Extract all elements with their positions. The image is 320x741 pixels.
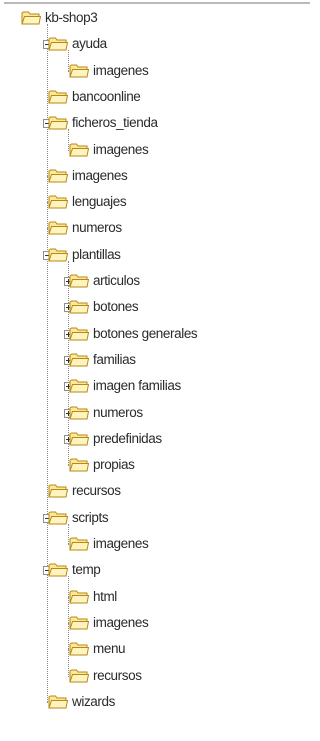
folder-icon — [69, 431, 90, 446]
folder-icon — [48, 220, 69, 235]
tree-node-label: propias — [93, 457, 135, 473]
tree-node-label: bancoonline — [72, 88, 141, 104]
tree-node-familias[interactable]: familias — [0, 347, 315, 373]
tree-node-label: predefinidas — [93, 430, 162, 446]
tree-node-recursos[interactable]: recursos — [0, 478, 315, 504]
tree-node-imagenes[interactable]: imagenes — [0, 531, 315, 557]
tree-node-recursos[interactable]: recursos — [0, 663, 315, 689]
folder-icon — [48, 562, 69, 577]
folder-icon — [69, 142, 90, 157]
tree-node-numeros[interactable]: numeros — [0, 215, 315, 241]
tree-node-label: numeros — [93, 404, 143, 420]
tree-node-label: temp — [72, 562, 101, 578]
tree-node-label: recursos — [93, 667, 142, 683]
folder-icon — [48, 194, 69, 209]
folder-icon — [48, 89, 69, 104]
folder-icon — [69, 457, 90, 472]
tree-node-temp[interactable]: temp — [0, 557, 315, 583]
folder-icon — [69, 615, 90, 630]
tree-node-label: botones — [93, 299, 139, 315]
folder-icon — [48, 247, 69, 262]
tree-node-label: ayuda — [72, 36, 107, 52]
tree-node-label: menu — [93, 641, 126, 657]
folder-icon — [69, 352, 90, 367]
tree-node-scripts[interactable]: scripts — [0, 505, 315, 531]
folder-icon — [69, 273, 90, 288]
tree-node-label: ficheros_tienda — [72, 115, 158, 131]
tree-node-label: imagen familias — [93, 378, 181, 394]
tree-node-bancoonline[interactable]: bancoonline — [0, 84, 315, 110]
folder-icon — [48, 694, 69, 709]
tree-node-label: imagenes — [93, 141, 149, 157]
tree-node-label: recursos — [72, 483, 121, 499]
tree-node-label: imagenes — [72, 167, 128, 183]
tree-node-botones[interactable]: botones — [0, 294, 315, 320]
tree-node-ayuda[interactable]: ayuda — [0, 31, 315, 57]
tree-node-botones-generales[interactable]: botones generales — [0, 321, 315, 347]
tree-node-propias[interactable]: propias — [0, 452, 315, 478]
tree-node-label: botones generales — [93, 325, 198, 341]
tree-node-plantillas[interactable]: plantillas — [0, 242, 315, 268]
tree-node-wizards[interactable]: wizards — [0, 689, 315, 715]
tree-node-imagenes[interactable]: imagenes — [0, 163, 315, 189]
folder-icon — [69, 63, 90, 78]
tree-node-imagenes[interactable]: imagenes — [0, 58, 315, 84]
tree-node-label: kb-shop3 — [45, 10, 98, 25]
tree-node-articulos[interactable]: articulos — [0, 268, 315, 294]
folder-icon — [48, 115, 69, 130]
tree-node-label: scripts — [72, 509, 109, 525]
folder-icon — [69, 405, 90, 420]
tree-node-predefinidas[interactable]: predefinidas — [0, 426, 315, 452]
tree-node-label: imagenes — [93, 614, 149, 630]
tree-node-label: imagenes — [93, 536, 149, 551]
tree-node-label: lenguajes — [72, 194, 127, 210]
folder-icon — [69, 299, 90, 314]
tree-node-imagen-familias[interactable]: imagen familias — [0, 373, 315, 399]
tree-node-numeros[interactable]: numeros — [0, 400, 315, 426]
tree-node-label: numeros — [72, 220, 122, 236]
tree-node-label: familias — [93, 351, 136, 367]
tree-node-label: html — [93, 588, 117, 604]
folder-icon — [69, 536, 90, 551]
folder-icon — [69, 641, 90, 656]
folder-tree: kb-shop3 ayuda imagenes bancoonline ficheros… — [0, 0, 315, 741]
tree-node-label: articulos — [93, 273, 140, 288]
folder-icon — [69, 589, 90, 604]
folder-icon — [48, 483, 69, 498]
folder-icon — [21, 10, 42, 25]
folder-icon — [69, 378, 90, 393]
tree-node-label: plantillas — [72, 246, 121, 262]
folder-icon — [48, 510, 69, 525]
folder-icon — [69, 326, 90, 341]
tree-node-imagenes[interactable]: imagenes — [0, 137, 315, 163]
tree-node-html[interactable]: html — [0, 584, 315, 610]
tree-node-kb-shop3[interactable]: kb-shop3 — [0, 5, 315, 31]
tree-node-lenguajes[interactable]: lenguajes — [0, 189, 315, 215]
tree-node-ficheros-tienda[interactable]: ficheros_tienda — [0, 110, 315, 136]
tree-node-label: wizards — [72, 693, 115, 709]
folder-icon — [48, 168, 69, 183]
folder-icon — [48, 36, 69, 51]
folder-icon — [69, 668, 90, 683]
tree-node-label: imagenes — [93, 62, 149, 78]
tree-node-menu[interactable]: menu — [0, 636, 315, 662]
tree-node-imagenes[interactable]: imagenes — [0, 610, 315, 636]
